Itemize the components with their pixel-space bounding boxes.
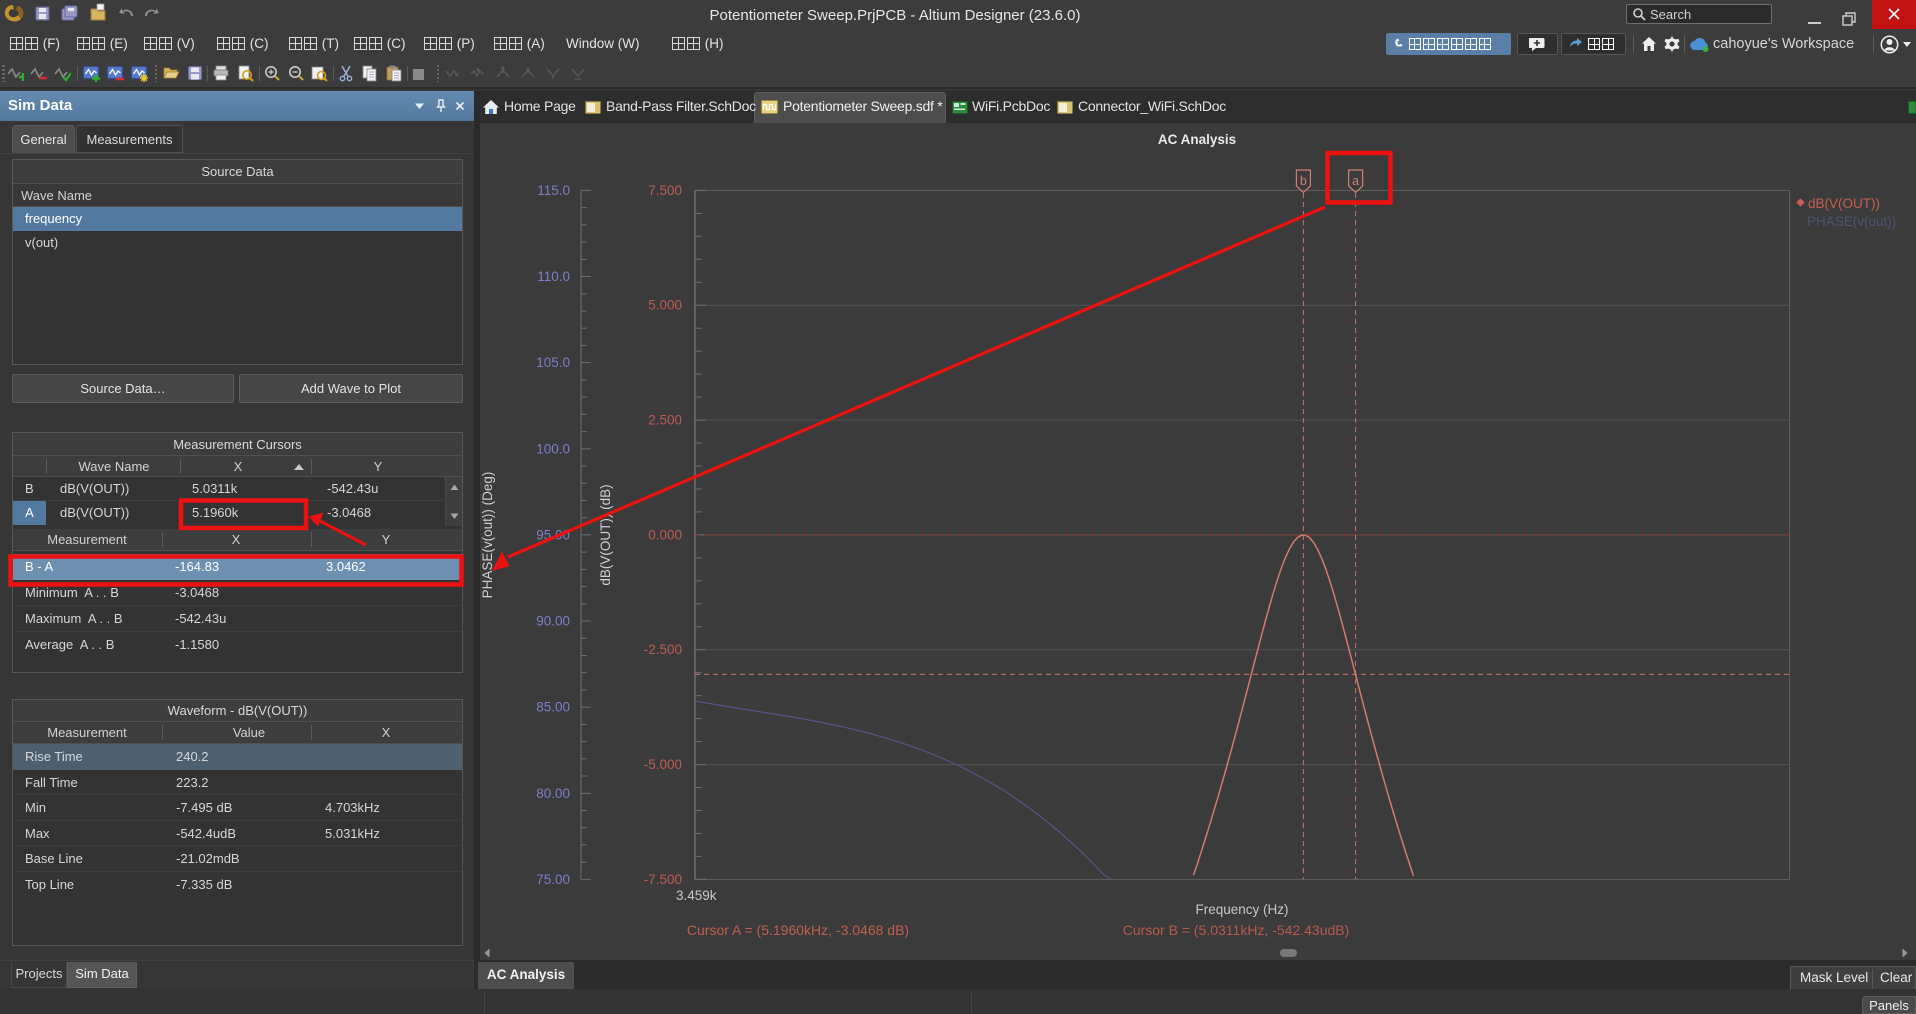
svg-text:7.500: 7.500 bbox=[648, 183, 682, 198]
svg-text:105.0: 105.0 bbox=[536, 355, 570, 370]
svg-text:a: a bbox=[1352, 174, 1359, 188]
svg-text:75.00: 75.00 bbox=[536, 872, 570, 887]
svg-text:AC Analysis: AC Analysis bbox=[1158, 132, 1236, 147]
svg-text:5.000: 5.000 bbox=[648, 298, 682, 313]
svg-text:80.00: 80.00 bbox=[536, 786, 570, 801]
svg-text:dB(V(OUT)) (dB): dB(V(OUT)) (dB) bbox=[598, 484, 613, 585]
svg-text:-2.500: -2.500 bbox=[644, 642, 682, 657]
svg-text:b: b bbox=[1300, 174, 1307, 188]
svg-text:-7.500: -7.500 bbox=[644, 872, 682, 887]
svg-text:110.0: 110.0 bbox=[537, 269, 570, 284]
svg-text:-5.000: -5.000 bbox=[644, 757, 682, 772]
svg-text:Cursor B = (5.0311kHz, -542.43: Cursor B = (5.0311kHz, -542.43udB) bbox=[1123, 922, 1350, 938]
svg-text:115.0: 115.0 bbox=[537, 183, 570, 198]
svg-text:85.00: 85.00 bbox=[536, 700, 570, 715]
svg-text:PHASE(v(out)) (Deg): PHASE(v(out)) (Deg) bbox=[480, 472, 495, 599]
svg-text:90.00: 90.00 bbox=[536, 614, 570, 629]
svg-text:Frequency (Hz): Frequency (Hz) bbox=[1195, 902, 1288, 917]
svg-text:3.459k: 3.459k bbox=[676, 888, 717, 903]
svg-text:0.000: 0.000 bbox=[648, 527, 682, 542]
svg-text:95.00: 95.00 bbox=[536, 527, 570, 542]
svg-text:100.0: 100.0 bbox=[536, 441, 570, 456]
svg-text:2.500: 2.500 bbox=[648, 413, 682, 428]
svg-text:PHASE(v(out)): PHASE(v(out)) bbox=[1807, 214, 1896, 229]
svg-text:dB(V(OUT)): dB(V(OUT)) bbox=[1808, 196, 1880, 211]
svg-text:Cursor A = (5.1960kHz, -3.0468: Cursor A = (5.1960kHz, -3.0468 dB) bbox=[687, 922, 909, 938]
